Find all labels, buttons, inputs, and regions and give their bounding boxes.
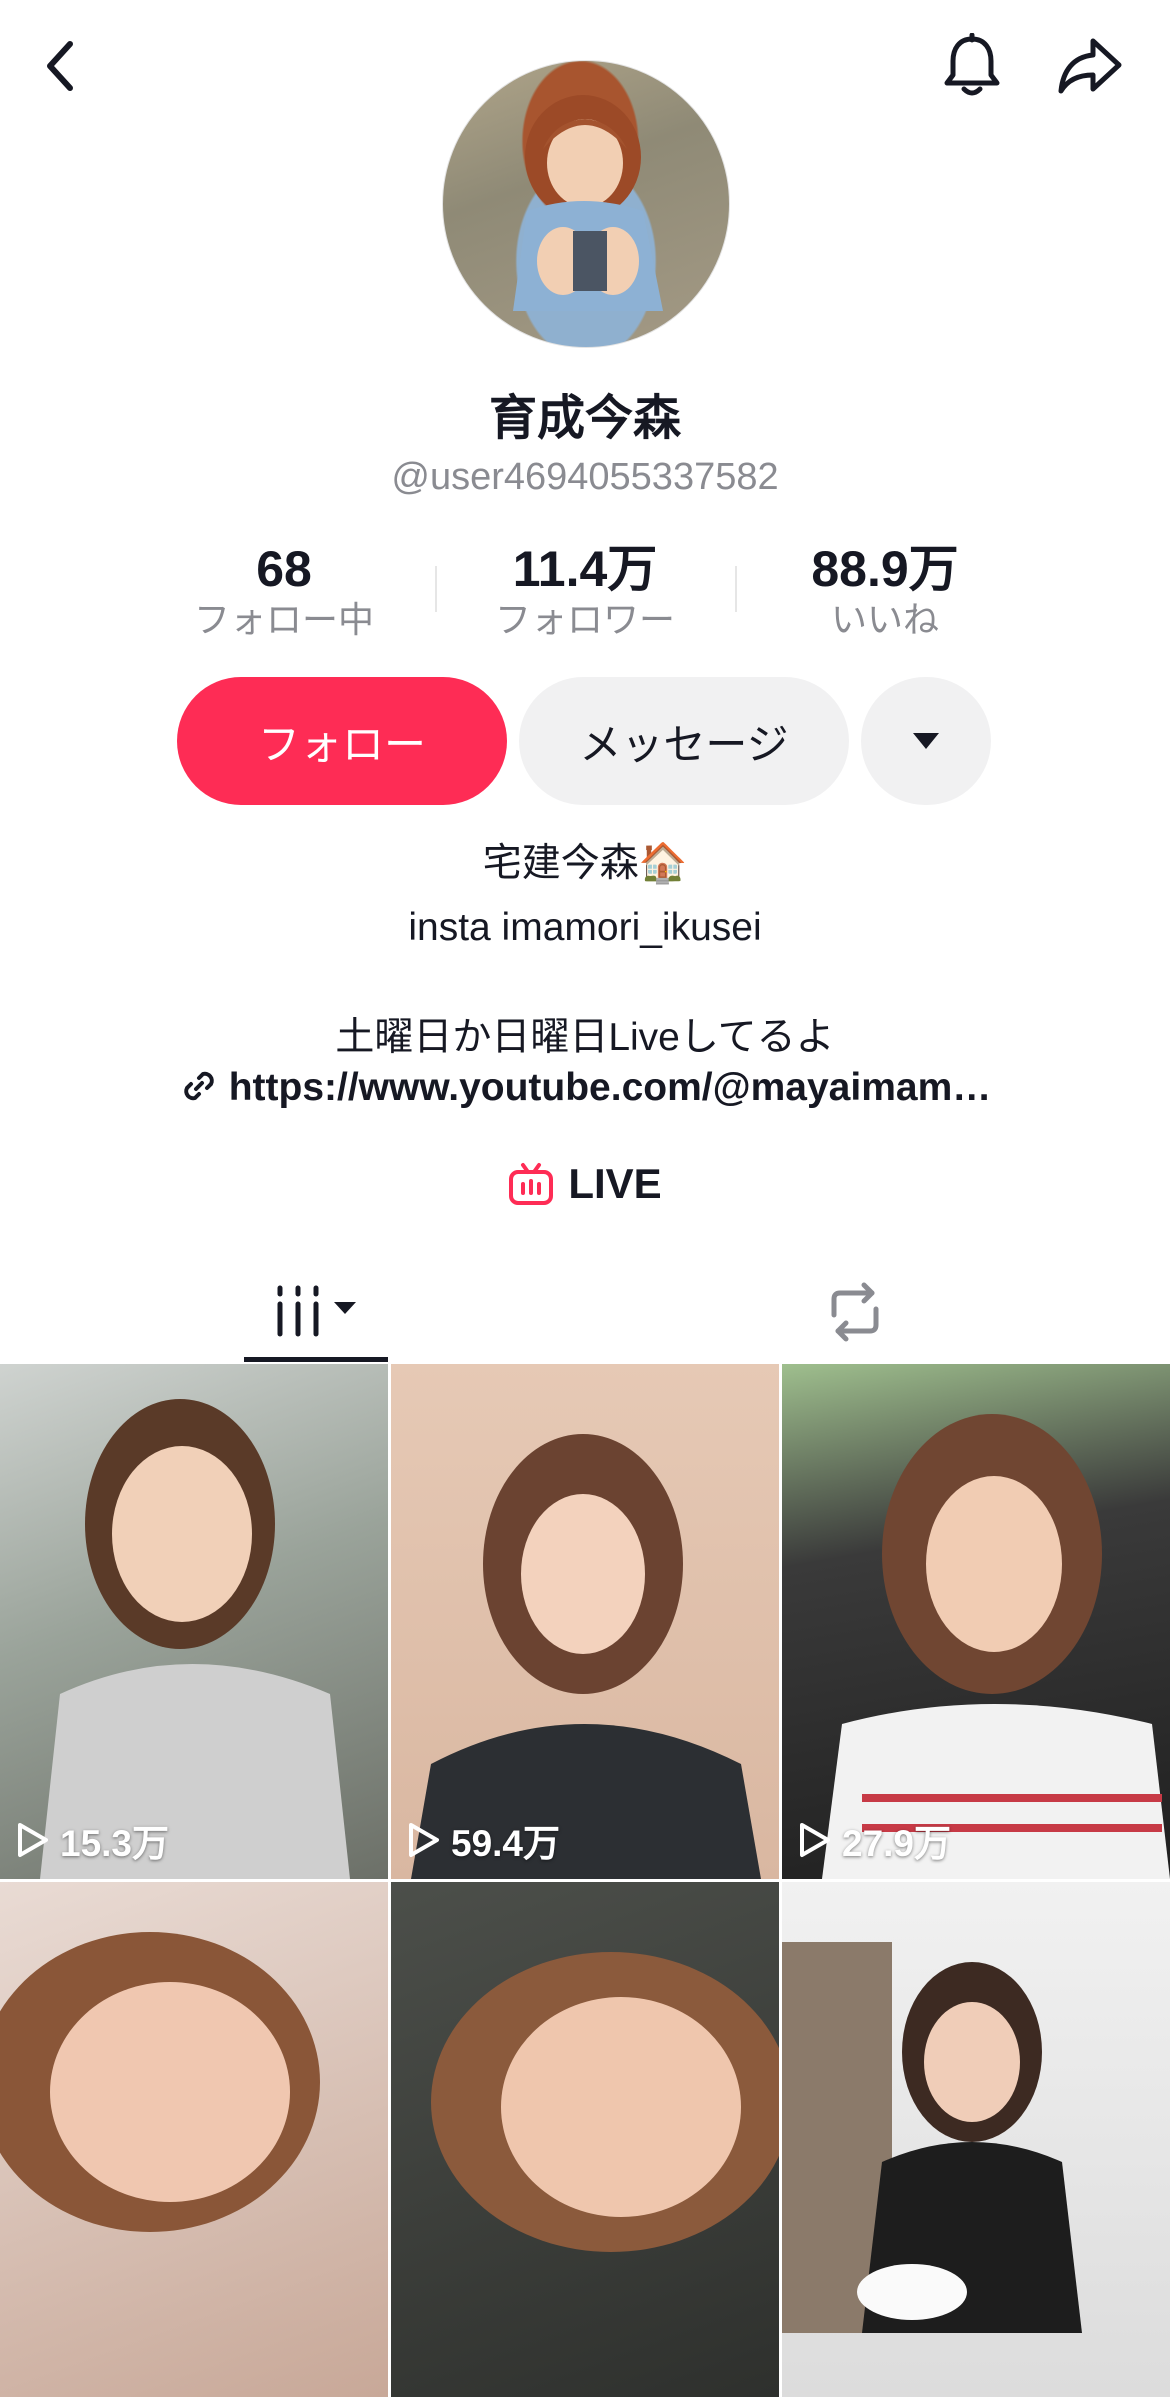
caret-down-icon (913, 733, 939, 749)
tab-indicator (244, 1357, 388, 1362)
video-grid: 15.3万 59.4万 27.9万 (0, 1364, 1170, 2397)
bio-link[interactable]: https://www.youtube.com/@mayaimam… (0, 1066, 1170, 1110)
thumbnail-image (0, 1932, 320, 2232)
play-icon (409, 1823, 439, 1857)
view-count: 59.4万 (407, 1813, 560, 1867)
bio-line: 宅建今森🏠 (482, 842, 688, 885)
chevron-left-icon (47, 41, 73, 91)
display-name: 育成今森 (488, 392, 681, 445)
grid-icon (277, 1285, 356, 1337)
thumbnail-image (411, 1434, 761, 1879)
video-thumbnail[interactable]: 15.3万 (0, 1364, 388, 1879)
follow-button[interactable]: フォロー (177, 677, 507, 805)
username: @user4694055337582 (391, 456, 779, 498)
followers-label: フォロワー (494, 599, 675, 640)
stat-followers[interactable]: 11.4万 フォロワー (435, 540, 735, 642)
thumbnail-image (40, 1399, 350, 1879)
thumbnail-image (782, 1942, 1082, 2333)
view-count-text: 59.4万 (451, 1823, 561, 1864)
video-thumbnail[interactable] (0, 1882, 388, 2397)
following-count: 68 (256, 541, 312, 597)
link-icon (183, 1071, 214, 1101)
play-icon (800, 1823, 830, 1857)
video-thumbnail[interactable] (391, 1882, 779, 2397)
following-label: フォロー中 (193, 599, 374, 640)
notification-button[interactable] (936, 30, 1008, 102)
thumbnail-image (431, 1952, 779, 2252)
thumbnail-image (822, 1414, 1170, 1879)
stat-following[interactable]: 68 フォロー中 (134, 540, 434, 642)
bell-icon (944, 33, 1000, 96)
tv-icon (509, 1163, 554, 1205)
share-arrow-icon (1058, 38, 1122, 94)
video-thumbnail[interactable]: 59.4万 (391, 1364, 779, 1879)
likes-label: いいね (830, 599, 939, 640)
stat-likes: 88.9万 いいね (735, 540, 1035, 642)
live-button[interactable]: LIVE (0, 1160, 1170, 1208)
more-options-button[interactable] (861, 677, 991, 805)
live-label: LIVE (568, 1160, 662, 1207)
back-button[interactable] (24, 30, 96, 102)
message-button[interactable]: メッセージ (519, 677, 849, 805)
repost-icon (831, 1282, 879, 1342)
view-count-text: 27.9万 (842, 1823, 952, 1864)
followers-count: 11.4万 (512, 541, 658, 597)
bio-line: insta imamori_ikusei (408, 906, 762, 949)
tab-videos[interactable] (244, 1262, 388, 1362)
share-button[interactable] (1054, 30, 1126, 102)
video-thumbnail[interactable] (782, 1882, 1170, 2397)
bio-link-text: https://www.youtube.com/@mayaimam… (228, 1066, 992, 1109)
view-count-text: 15.3万 (60, 1823, 170, 1864)
view-count: 15.3万 (16, 1813, 169, 1867)
view-count: 27.9万 (798, 1813, 951, 1867)
likes-count: 88.9万 (811, 541, 959, 597)
avatar[interactable] (442, 60, 730, 348)
play-icon (18, 1823, 48, 1857)
bio-line: 土曜日か日曜日Liveしてるよ (335, 1016, 835, 1059)
avatar-photo (513, 95, 663, 311)
video-thumbnail[interactable]: 27.9万 (782, 1364, 1170, 1879)
tab-reposts[interactable] (780, 1262, 930, 1362)
